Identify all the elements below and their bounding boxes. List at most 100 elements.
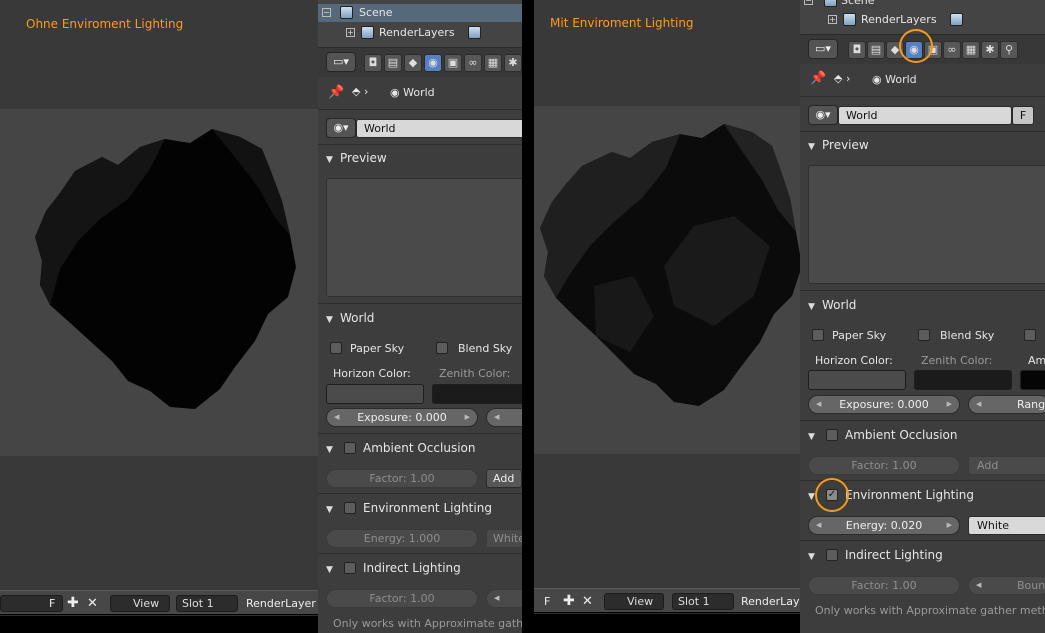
material-tab-icon[interactable]: ▦ — [962, 41, 980, 59]
approx-note: Only works with Approximate gather metho… — [815, 604, 1045, 617]
horizon-color-label: Horizon Color: — [333, 367, 411, 380]
indirect-lighting-checkbox[interactable] — [826, 549, 838, 561]
object-tab-icon[interactable]: ▣ — [444, 54, 462, 72]
ao-checkbox[interactable] — [344, 442, 356, 454]
ao-panel-header[interactable]: ▼ — [326, 438, 340, 458]
exposure-slider[interactable]: ◀ Exposure: 0.000 ▶ — [808, 395, 960, 414]
ao-add-label: Add — [493, 472, 515, 485]
material-tab-icon[interactable]: ▦ — [484, 54, 502, 72]
horizon-color-swatch[interactable] — [808, 370, 906, 390]
ao-factor-slider[interactable]: Factor: 1.00 — [808, 456, 960, 475]
expand-icon[interactable]: + — [828, 15, 837, 24]
texture-tab-icon[interactable]: ✱ — [504, 54, 522, 72]
scene-tab-icon[interactable]: ◆ — [404, 54, 422, 72]
fake-user-button[interactable]: F — [49, 596, 55, 611]
bounces-slider[interactable]: ◀ — [486, 589, 522, 608]
status-line — [0, 615, 318, 616]
outliner-renderlayers[interactable]: + RenderLayers — [318, 24, 522, 42]
constraints-tab-icon[interactable]: ∞ — [464, 54, 482, 72]
blend-sky-checkbox[interactable] — [918, 329, 930, 341]
indirect-factor-value: Factor: 1.00 — [851, 579, 917, 592]
outliner-renderlayers[interactable]: + RenderLayers — [800, 11, 1045, 29]
env-energy-slider[interactable]: ◀ Energy: 0.020 ▶ — [808, 516, 960, 535]
view-menu[interactable]: View — [604, 593, 664, 610]
world-browse-dropdown[interactable]: ◉▾ — [326, 118, 356, 138]
real-sky-checkbox[interactable] — [1024, 329, 1036, 341]
editor-type-dropdown[interactable]: ▭▾ — [326, 52, 356, 72]
bounces-slider[interactable]: ◀Bounce — [968, 576, 1045, 595]
ao-panel-header[interactable]: ▼ — [808, 425, 822, 445]
render-result-icon[interactable] — [468, 26, 481, 39]
env-color-dropdown[interactable]: White — [968, 516, 1045, 535]
render-viewport-right[interactable]: Mit Enviroment Lighting — [534, 0, 800, 588]
preview-panel-header[interactable]: ▼ Preview — [326, 148, 387, 168]
indirect-factor-slider[interactable]: Factor: 1.00 — [808, 576, 960, 595]
range-label: Range: — [1017, 398, 1045, 411]
indirect-panel-header[interactable]: ▼ — [808, 545, 822, 565]
renderlayers-tab-icon[interactable]: ▤ — [867, 41, 885, 59]
horizon-color-swatch[interactable] — [326, 384, 424, 404]
env-color-dropdown[interactable]: White — [486, 529, 522, 548]
ao-checkbox[interactable] — [826, 429, 838, 441]
view-menu[interactable]: View — [110, 595, 170, 612]
world-preview — [326, 178, 522, 297]
ao-blend-dropdown[interactable]: Add — [486, 469, 522, 488]
expand-icon[interactable]: + — [346, 28, 355, 37]
indirect-panel-header[interactable]: ▼ — [326, 558, 340, 578]
outliner-scene[interactable]: − Scene — [318, 4, 522, 22]
expand-triangle-icon: ▼ — [326, 315, 333, 325]
indirect-factor-slider[interactable]: Factor: 1.00 — [326, 589, 478, 608]
ao-add-label: Add — [977, 459, 999, 472]
render-layer-select[interactable]: RenderLaye — [741, 594, 806, 609]
renderlayers-tab-icon[interactable]: ▤ — [384, 54, 402, 72]
plus-icon[interactable]: ✚ — [563, 594, 575, 609]
zenith-color-swatch[interactable] — [432, 384, 522, 404]
world-panel-header[interactable]: ▼ World — [326, 308, 374, 328]
exposure-slider[interactable]: ◀ Exposure: 0.000 ▶ — [326, 408, 478, 427]
slot-select[interactable]: Slot 1 — [176, 595, 238, 612]
env-energy-slider[interactable]: Energy: 1.000 — [326, 529, 478, 548]
fake-user-toggle[interactable]: F — [1012, 106, 1034, 125]
view-label: View — [627, 595, 654, 608]
x-icon[interactable]: ✕ — [582, 594, 593, 609]
range-slider[interactable]: ◀Range: — [968, 395, 1045, 414]
expand-triangle-icon: ▼ — [808, 432, 815, 442]
collapse-icon[interactable]: − — [322, 8, 331, 17]
physics-tab-icon[interactable]: ⚲ — [1000, 41, 1018, 59]
env-panel-header[interactable]: ▼ — [326, 498, 340, 518]
texture-tab-icon[interactable]: ✱ — [981, 41, 999, 59]
world-name-field[interactable]: World — [356, 119, 522, 138]
render-layer-select[interactable]: RenderLayer — [246, 596, 316, 611]
plus-icon[interactable]: ✚ — [67, 596, 79, 611]
env-color-label: White — [977, 519, 1009, 532]
world-panel-header[interactable]: ▼ World — [808, 295, 856, 315]
env-lighting-checkbox[interactable] — [344, 502, 356, 514]
indirect-lighting-checkbox[interactable] — [344, 562, 356, 574]
blend-sky-checkbox[interactable] — [436, 342, 448, 354]
render-tab-icon[interactable]: ◘ — [364, 54, 382, 72]
zenith-color-swatch[interactable] — [914, 370, 1012, 390]
render-tab-icon[interactable]: ◘ — [848, 41, 866, 59]
collapse-icon[interactable]: − — [804, 0, 813, 5]
fake-user-button[interactable]: F — [544, 594, 550, 609]
render-result-icon[interactable] — [950, 13, 963, 26]
ao-blend-dropdown[interactable]: Add — [968, 456, 1045, 475]
x-icon[interactable]: ✕ — [87, 596, 98, 611]
pin-icon[interactable]: 📌 — [810, 71, 826, 86]
pin-icon[interactable]: 📌 — [328, 85, 344, 100]
paper-sky-checkbox[interactable] — [812, 329, 824, 341]
paper-sky-checkbox[interactable] — [330, 342, 342, 354]
render-viewport-left[interactable]: Ohne Enviroment Lighting — [0, 0, 318, 590]
world-browse-dropdown[interactable]: ◉▾ — [808, 105, 838, 125]
slot-select[interactable]: Slot 1 — [672, 593, 734, 610]
preview-panel-header[interactable]: ▼ Preview — [808, 135, 869, 155]
world-tab-icon[interactable]: ◉ — [424, 54, 442, 72]
ambient-color-swatch[interactable] — [1020, 370, 1045, 390]
constraints-tab-icon[interactable]: ∞ — [943, 41, 961, 59]
editor-type-dropdown[interactable]: ▭▾ — [808, 39, 838, 59]
ao-factor-slider[interactable]: Factor: 1.00 — [326, 469, 478, 488]
outliner-scene[interactable]: − Scene — [800, 0, 1045, 10]
range-slider[interactable]: ◀ — [486, 408, 522, 427]
world-name-field[interactable]: World — [838, 106, 1012, 125]
divider — [318, 303, 522, 304]
